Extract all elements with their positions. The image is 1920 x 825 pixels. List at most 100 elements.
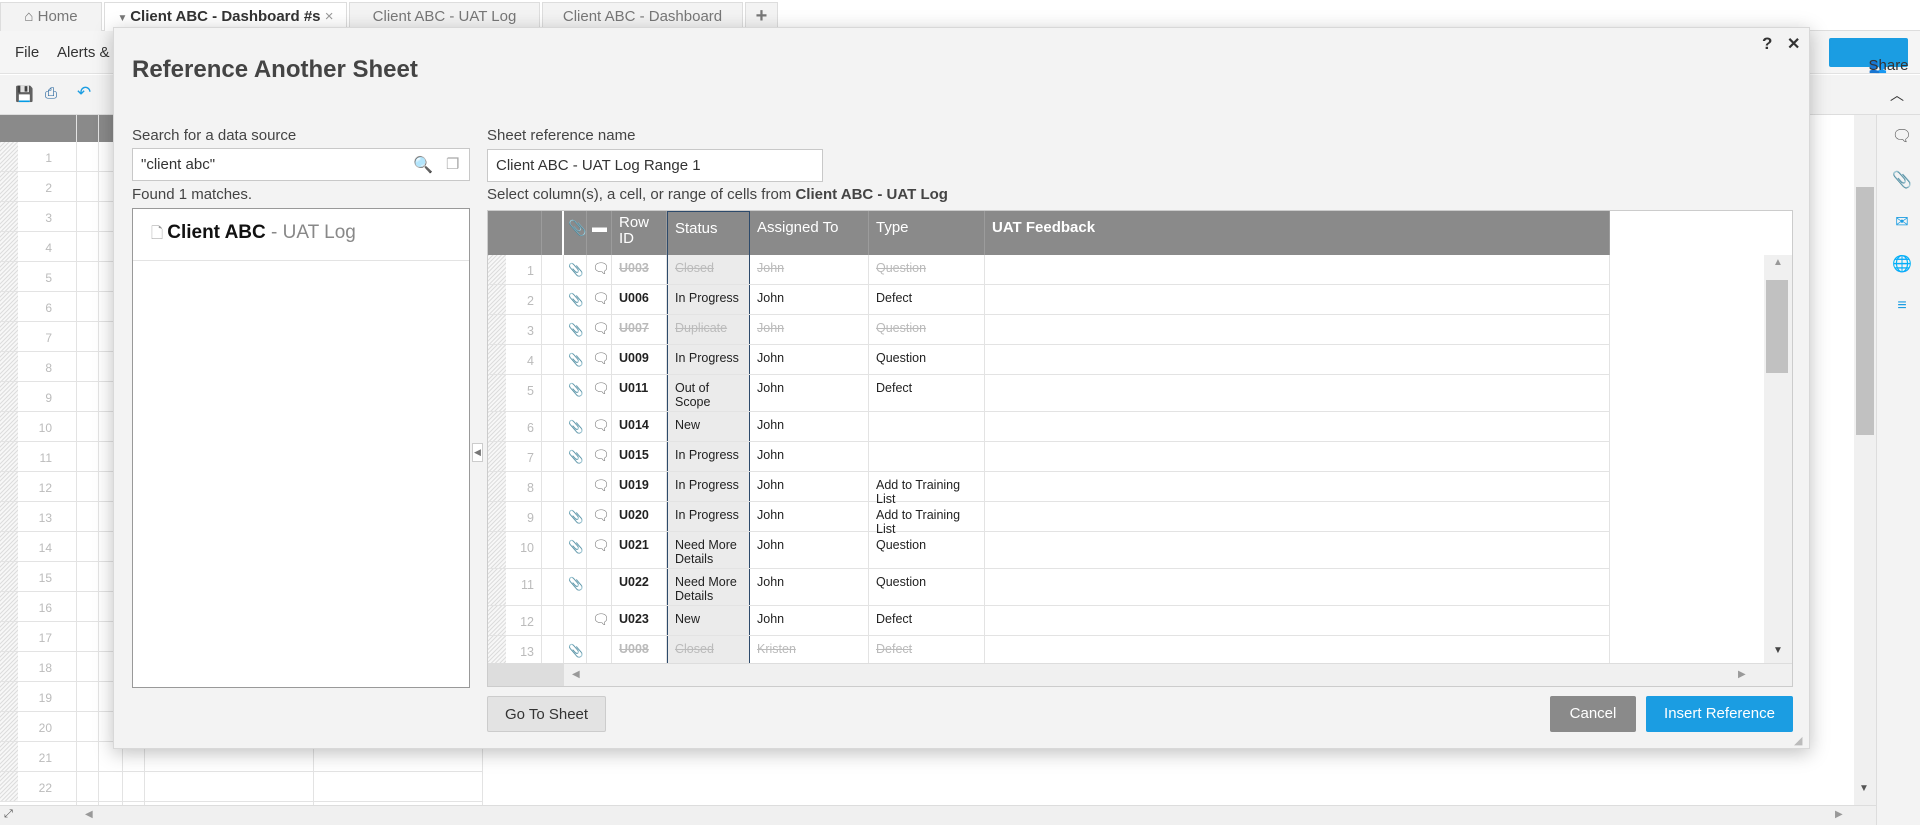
row-handle[interactable]	[488, 412, 506, 441]
row-handle[interactable]	[0, 472, 18, 501]
uat-feedback-cell[interactable]	[985, 412, 1610, 441]
row-handle[interactable]	[488, 255, 506, 284]
undo-icon[interactable]: ↶	[77, 83, 91, 103]
comment-icon[interactable]: 🗨	[592, 320, 610, 336]
row-handle[interactable]	[488, 606, 506, 635]
comment-icon[interactable]: 🗨	[592, 417, 610, 433]
resize-handle-icon[interactable]: ◢	[1794, 734, 1802, 747]
attachment-icon[interactable]: 📎	[568, 263, 584, 277]
id-cell[interactable]: U011	[612, 375, 667, 411]
scrollbar-thumb[interactable]	[1856, 187, 1874, 435]
tab-home[interactable]: ⌂ Home	[0, 2, 102, 31]
comment-cell[interactable]: 🗨	[587, 532, 612, 568]
table-row[interactable]: 11 📎 U022 Need More Details John Question	[488, 569, 1610, 606]
row-handle[interactable]	[0, 262, 18, 291]
uat-feedback-cell[interactable]	[985, 375, 1610, 411]
table-row[interactable]: 8 🗨 U019 In Progress John Add to Training Lis…	[488, 472, 1610, 506]
status-cell[interactable]: In Progress	[667, 442, 750, 471]
attachment-cell[interactable]: 📎	[564, 375, 587, 411]
table-row[interactable]: 9 📎 🗨 U020 In Progress John Add to Training Li…	[488, 502, 1610, 536]
ref-name-input[interactable]: Client ABC - UAT Log Range 1	[487, 149, 823, 182]
row-handle[interactable]	[488, 472, 506, 501]
assigned-cell[interactable]: John	[750, 532, 869, 568]
assigned-cell[interactable]: John	[750, 345, 869, 374]
row-handle[interactable]	[0, 712, 18, 741]
attachment-cell[interactable]: 📎	[564, 255, 587, 284]
horizontal-scrollbar[interactable]: ⤢ ◀ ▶	[0, 805, 1876, 825]
row-handle[interactable]	[0, 292, 18, 321]
id-cell[interactable]: U009	[612, 345, 667, 374]
row-handle[interactable]	[488, 532, 506, 568]
attachment-icon[interactable]: 📎	[1890, 170, 1914, 190]
id-cell[interactable]: U015	[612, 442, 667, 471]
attachment-icon[interactable]: 📎	[568, 577, 584, 591]
comment-icon[interactable]: 🗨	[592, 537, 610, 553]
comment-cell[interactable]	[587, 636, 612, 663]
comment-icon[interactable]: 🗨	[592, 380, 610, 396]
comment-icon[interactable]: 🗨	[592, 350, 610, 366]
row-handle[interactable]	[0, 742, 18, 771]
globe-icon[interactable]: 🌐	[1890, 254, 1914, 274]
scroll-right-icon[interactable]: ▶	[1738, 669, 1746, 680]
attachment-icon[interactable]: 📎	[568, 540, 584, 554]
table-row[interactable]: 4 📎 🗨 U009 In Progress John Question	[488, 345, 1610, 375]
uat-feedback-cell[interactable]	[985, 345, 1610, 374]
header-status[interactable]: Status	[667, 211, 750, 255]
type-cell[interactable]	[869, 442, 985, 471]
status-cell[interactable]: In Progress	[667, 502, 750, 531]
attachment-cell[interactable]: 📎	[564, 315, 587, 344]
assigned-cell[interactable]: John	[750, 502, 869, 531]
assigned-cell[interactable]: John	[750, 412, 869, 441]
attachment-cell[interactable]	[564, 606, 587, 635]
go-to-sheet-button[interactable]: Go To Sheet	[487, 696, 606, 732]
status-cell[interactable]: Out of Scope	[667, 375, 750, 411]
comment-cell[interactable]: 🗨	[587, 412, 612, 441]
id-cell[interactable]: U006	[612, 285, 667, 314]
table-row[interactable]: 10 📎 🗨 U021 Need More Details John Question	[488, 532, 1610, 569]
id-cell[interactable]: U021	[612, 532, 667, 568]
type-cell[interactable]: Add to Training List	[869, 472, 985, 506]
sheet-row[interactable]: 22	[0, 772, 482, 802]
search-icon[interactable]: 🔍	[413, 155, 433, 175]
attachment-cell[interactable]	[564, 472, 587, 501]
status-cell[interactable]: In Progress	[667, 345, 750, 374]
comment-icon[interactable]: 🗨	[592, 447, 610, 463]
assigned-cell[interactable]: John	[750, 606, 869, 635]
cancel-button[interactable]: Cancel	[1550, 696, 1636, 732]
uat-feedback-cell[interactable]	[985, 255, 1610, 284]
table-row[interactable]: 13 📎 U008 Closed Kristen Defect	[488, 636, 1610, 663]
comment-icon[interactable]: 🗨	[1890, 126, 1914, 146]
result-item[interactable]: 🗋 Client ABC - UAT Log	[133, 209, 469, 261]
row-handle[interactable]	[0, 142, 18, 171]
comment-cell[interactable]: 🗨	[587, 502, 612, 531]
row-handle[interactable]	[0, 382, 18, 411]
attachment-icon[interactable]: 📎	[568, 450, 584, 464]
print-icon[interactable]: ⎙	[45, 85, 57, 102]
attachment-cell[interactable]: 📎	[564, 285, 587, 314]
attachment-icon[interactable]: 📎	[568, 644, 584, 658]
attachment-cell[interactable]: 📎	[564, 532, 587, 568]
attachment-icon[interactable]: 📎	[568, 420, 584, 434]
status-cell[interactable]: Need More Details	[667, 532, 750, 568]
close-icon[interactable]: ✕	[1787, 34, 1800, 54]
id-cell[interactable]: U014	[612, 412, 667, 441]
type-cell[interactable]: Defect	[869, 285, 985, 314]
assigned-cell[interactable]: John	[750, 285, 869, 314]
row-handle[interactable]	[0, 622, 18, 651]
row-handle[interactable]	[0, 562, 18, 591]
comment-icon[interactable]: 🗨	[592, 260, 610, 276]
insert-reference-button[interactable]: Insert Reference	[1646, 696, 1793, 732]
id-cell[interactable]: U003	[612, 255, 667, 284]
comment-cell[interactable]: 🗨	[587, 255, 612, 284]
row-handle[interactable]	[488, 375, 506, 411]
uat-feedback-cell[interactable]	[985, 315, 1610, 344]
type-cell[interactable]: Question	[869, 532, 985, 568]
scroll-down-icon[interactable]: ▼	[1859, 783, 1869, 794]
row-handle[interactable]	[0, 172, 18, 201]
scroll-left-icon[interactable]: ◀	[572, 669, 580, 680]
row-handle[interactable]	[488, 285, 506, 314]
status-cell[interactable]: New	[667, 412, 750, 441]
row-handle[interactable]	[488, 442, 506, 471]
header-row-id[interactable]: Row ID	[612, 211, 667, 255]
row-handle[interactable]	[488, 502, 506, 531]
